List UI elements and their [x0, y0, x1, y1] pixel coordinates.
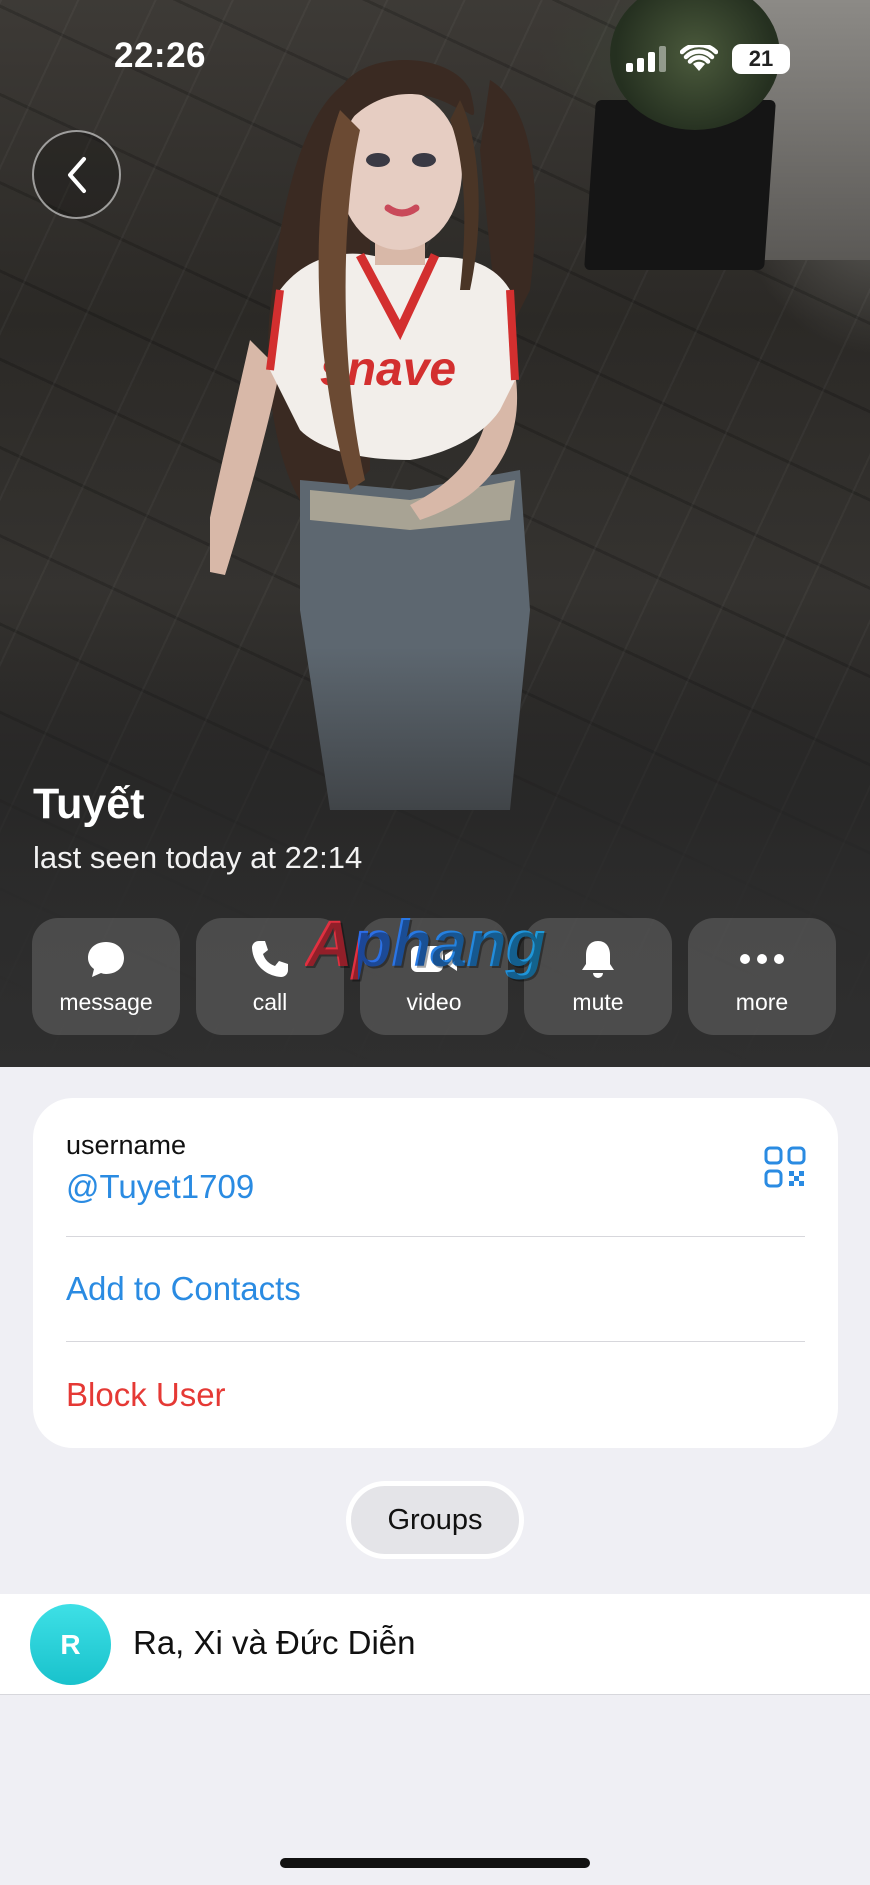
status-time: 22:26: [114, 36, 207, 75]
phone-icon: [252, 941, 288, 977]
cellular-signal-icon: [626, 46, 666, 72]
chat-bubble-icon: [88, 942, 124, 977]
home-indicator[interactable]: [280, 1858, 590, 1868]
more-button[interactable]: more: [688, 918, 836, 1035]
status-icons: 21: [626, 44, 790, 74]
mute-label: mute: [572, 989, 624, 1015]
chevron-left-icon: [67, 156, 86, 193]
block-user-button[interactable]: Block User: [66, 1376, 226, 1414]
mute-button[interactable]: mute: [524, 918, 672, 1035]
avatar: R: [30, 1604, 111, 1685]
qr-code-icon[interactable]: [764, 1146, 806, 1188]
video-label: video: [406, 989, 462, 1015]
message-button[interactable]: message: [32, 918, 180, 1035]
bell-icon: [582, 941, 614, 978]
watermark-logo: Aphang: [305, 906, 546, 980]
back-button[interactable]: [32, 130, 121, 219]
divider: [66, 1236, 805, 1237]
call-label: call: [252, 989, 288, 1015]
tab-groups[interactable]: Groups: [346, 1481, 524, 1559]
last-seen-status: last seen today at 22:14: [33, 840, 363, 875]
profile-name: Tuyết: [33, 780, 145, 828]
username-label: username: [66, 1130, 187, 1160]
message-label: message: [59, 989, 153, 1015]
info-card: username @Tuyet1709 Add to Contacts Bloc…: [33, 1098, 838, 1448]
more-dots-icon: [740, 954, 784, 964]
battery-indicator: 21: [732, 44, 790, 74]
divider: [66, 1341, 805, 1342]
username-value[interactable]: @Tuyet1709: [66, 1168, 254, 1206]
group-name: Ra, Xi và Đức Diễn: [133, 1624, 416, 1661]
add-to-contacts-button[interactable]: Add to Contacts: [66, 1270, 301, 1308]
more-label: more: [735, 989, 789, 1015]
wifi-icon: [680, 45, 718, 71]
list-item[interactable]: R Ra, Xi và Đức Diễn: [0, 1594, 870, 1695]
